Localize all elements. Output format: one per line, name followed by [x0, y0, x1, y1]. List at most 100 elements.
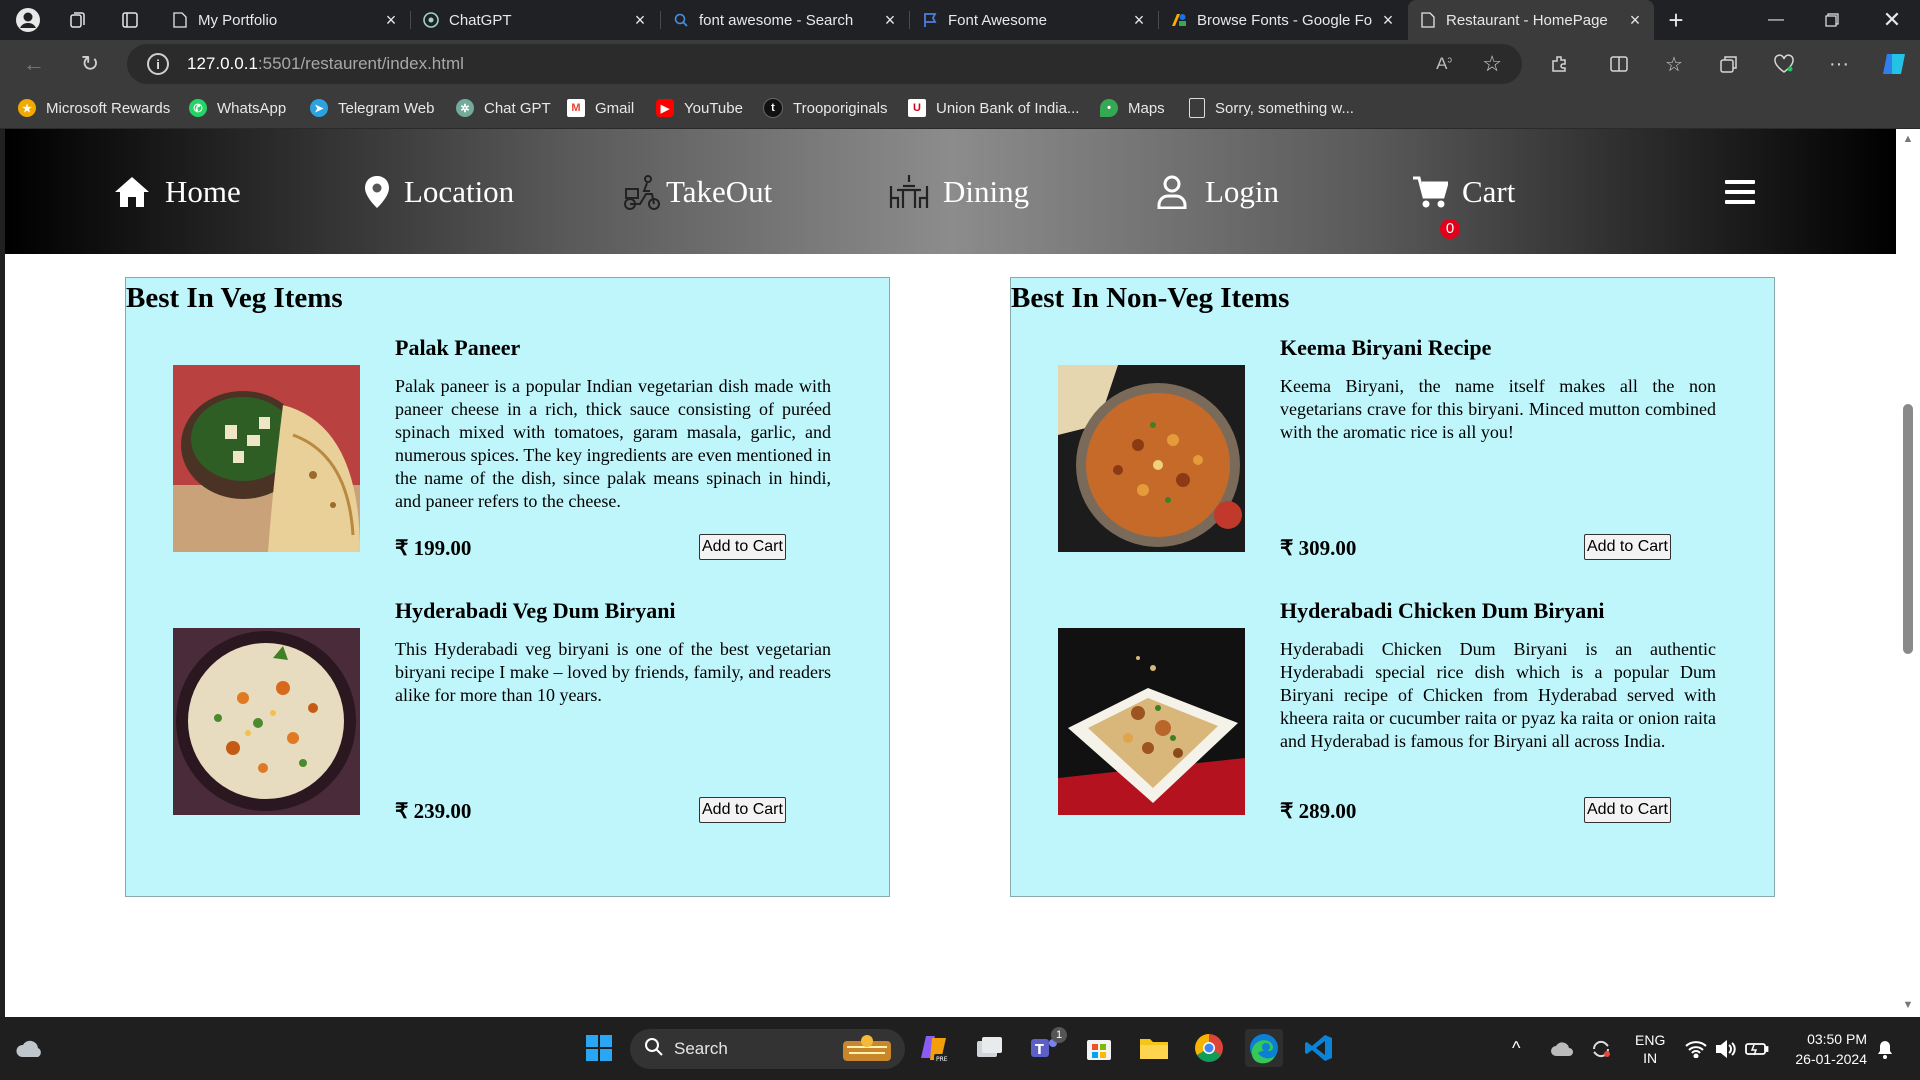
copilot-preview-icon[interactable]: PRE: [915, 1029, 953, 1067]
item-description: Palak paneer is a popular Indian vegetar…: [395, 376, 831, 511]
nav-home[interactable]: Home: [113, 129, 241, 254]
url-field[interactable]: i 127.0.0.1:5501/restaurent/index.html A…: [127, 44, 1522, 84]
nav-dining[interactable]: Dining: [889, 129, 1029, 254]
tab-title: Restaurant - HomePage: [1446, 11, 1608, 29]
battery-icon[interactable]: [1745, 1017, 1769, 1080]
add-to-cart-button[interactable]: Add to Cart: [699, 797, 786, 823]
profile-icon[interactable]: [14, 6, 42, 34]
item-name: Keema Biryani Recipe: [1280, 335, 1492, 360]
close-tab-icon[interactable]: ×: [382, 10, 400, 31]
add-to-cart-button[interactable]: Add to Cart: [1584, 797, 1671, 823]
teams-icon[interactable]: T 1: [1025, 1027, 1067, 1067]
taskbar-search[interactable]: Search: [630, 1029, 905, 1069]
page-icon: [172, 12, 188, 28]
workspaces-icon[interactable]: [64, 6, 92, 34]
scroll-down-icon[interactable]: ▼: [1902, 999, 1914, 1011]
item-description: Keema Biryani, the name itself makes all…: [1280, 376, 1716, 442]
close-tab-icon[interactable]: ×: [1130, 10, 1148, 31]
tab-chatgpt[interactable]: ChatGPT ×: [411, 0, 659, 40]
windows-start-icon[interactable]: [580, 1029, 618, 1067]
search-highlight-icon: [839, 1033, 895, 1070]
close-tab-icon[interactable]: ×: [881, 10, 899, 31]
tab-font-awesome[interactable]: Font Awesome ×: [910, 0, 1158, 40]
microsoft-store-icon[interactable]: [1080, 1029, 1118, 1067]
bookmark-maps[interactable]: • Maps: [1100, 88, 1165, 128]
menu-item: Keema Biryani Recipe Keema Biryani, the …: [1011, 335, 1776, 575]
hamburger-menu-icon[interactable]: [1725, 129, 1755, 254]
wifi-icon[interactable]: [1685, 1017, 1707, 1080]
split-screen-icon[interactable]: [1605, 50, 1633, 78]
bookmark-chatgpt[interactable]: ✲ Chat GPT: [456, 88, 551, 128]
bookmark-union-bank[interactable]: U Union Bank of India...: [908, 88, 1079, 128]
read-aloud-icon[interactable]: Aↄ: [1436, 54, 1452, 74]
back-icon[interactable]: ←: [18, 48, 50, 80]
favorites-icon[interactable]: ☆: [1660, 50, 1688, 78]
tab-google-fonts[interactable]: Browse Fonts - Google Fo ×: [1159, 0, 1407, 40]
nav-login[interactable]: Login: [1157, 129, 1279, 254]
nav-location[interactable]: Location: [364, 129, 514, 254]
vscode-icon[interactable]: [1300, 1029, 1338, 1067]
sync-icon[interactable]: [1590, 1017, 1612, 1080]
close-tab-icon[interactable]: ×: [631, 10, 649, 31]
browser-essentials-icon[interactable]: [1770, 50, 1798, 78]
whatsapp-icon: ✆: [189, 99, 207, 117]
svg-text:PRE: PRE: [936, 1056, 948, 1063]
scroll-up-icon[interactable]: ▲: [1902, 133, 1914, 145]
collections-icon[interactable]: [1715, 50, 1743, 78]
minimize-icon[interactable]: —: [1748, 0, 1804, 40]
tab-my-portfolio[interactable]: My Portfolio ×: [160, 0, 410, 40]
restore-icon[interactable]: [1804, 0, 1860, 40]
volume-icon[interactable]: [1715, 1017, 1737, 1080]
nav-cart[interactable]: 0 Cart: [1412, 129, 1515, 254]
clock-date: 26-01-2024: [1795, 1050, 1867, 1067]
tab-restaurant-homepage[interactable]: Restaurant - HomePage ×: [1408, 0, 1654, 40]
add-to-cart-button[interactable]: Add to Cart: [1584, 534, 1671, 560]
new-tab-icon[interactable]: +: [1662, 5, 1690, 35]
browser-tab-bar: My Portfolio × ChatGPT × font awesome - …: [0, 0, 1920, 40]
close-tab-icon[interactable]: ×: [1379, 10, 1397, 31]
copilot-icon[interactable]: [1880, 50, 1908, 78]
bookmark-youtube[interactable]: ▶ YouTube: [656, 88, 743, 128]
language-indicator[interactable]: ENG IN: [1635, 1017, 1665, 1080]
close-tab-icon[interactable]: ×: [1626, 10, 1644, 31]
reload-icon[interactable]: ↻: [74, 48, 106, 80]
favorite-star-icon[interactable]: ☆: [1482, 51, 1502, 77]
weather-icon[interactable]: [10, 1029, 48, 1067]
bookmark-microsoft-rewards[interactable]: ★ Microsoft Rewards: [18, 88, 170, 128]
bookmark-telegram[interactable]: ➤ Telegram Web: [310, 88, 434, 128]
scrollbar-thumb[interactable]: [1903, 404, 1913, 654]
more-options-icon[interactable]: ···: [1825, 50, 1853, 78]
page-scrollbar[interactable]: ▲ ▼: [1896, 129, 1920, 1017]
clock[interactable]: 03:50 PM 26-01-2024: [1785, 1017, 1867, 1080]
bookmark-gmail[interactable]: M Gmail: [567, 88, 634, 128]
trooporiginals-icon: t: [763, 98, 783, 118]
tab-font-awesome-search[interactable]: font awesome - Search ×: [661, 0, 909, 40]
add-to-cart-button[interactable]: Add to Cart: [699, 534, 786, 560]
bookmark-whatsapp[interactable]: ✆ WhatsApp: [189, 88, 286, 128]
info-icon[interactable]: i: [147, 53, 169, 75]
task-view-icon[interactable]: [970, 1029, 1008, 1067]
dining-table-icon: [889, 172, 929, 212]
close-window-icon[interactable]: ✕: [1864, 0, 1920, 40]
notifications-bell-icon[interactable]: [1876, 1017, 1894, 1080]
bookmark-sorry-something[interactable]: Sorry, something w...: [1189, 88, 1354, 128]
cart-count-badge: 0: [1440, 218, 1460, 239]
url-text: 127.0.0.1:5501/restaurent/index.html: [187, 54, 464, 73]
file-explorer-icon[interactable]: [1135, 1029, 1173, 1067]
show-hidden-icons[interactable]: ^: [1512, 1017, 1520, 1080]
search-icon: [673, 12, 689, 28]
chatgpt-icon: [423, 12, 439, 28]
tab-actions-icon[interactable]: [116, 6, 144, 34]
site-navbar: Home Location TakeOut Dining Login 0 Car…: [5, 129, 1896, 254]
nav-login-label: Login: [1205, 173, 1280, 209]
bookmark-trooporiginals[interactable]: t Trooporiginals: [763, 88, 888, 128]
edge-icon[interactable]: [1245, 1029, 1283, 1067]
onedrive-icon[interactable]: [1550, 1017, 1574, 1080]
youtube-icon: ▶: [656, 99, 674, 117]
extensions-icon[interactable]: [1546, 50, 1574, 78]
item-price: ₹ 289.00: [1280, 799, 1357, 823]
nav-takeout-label: TakeOut: [666, 173, 773, 209]
keema-biryani-image: [1058, 365, 1245, 552]
nav-takeout[interactable]: TakeOut: [622, 129, 772, 254]
chrome-icon[interactable]: [1190, 1029, 1228, 1067]
